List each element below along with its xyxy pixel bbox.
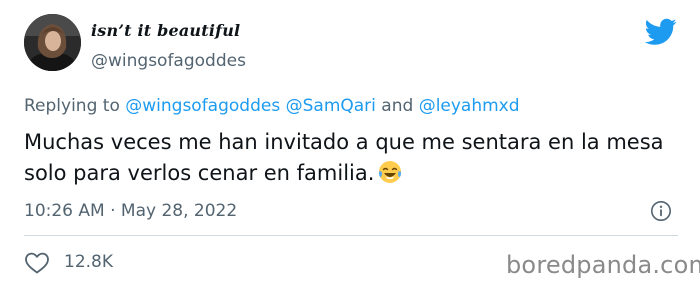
like-count: 12.8K xyxy=(64,252,113,272)
avatar[interactable] xyxy=(24,14,81,71)
tweet-date: May 28, 2022 xyxy=(120,201,238,221)
watermark: boredpanda.com xyxy=(506,251,700,279)
user-handle[interactable]: @wingsofagoddes xyxy=(91,51,246,71)
mention-link[interactable]: @SamQari xyxy=(286,96,376,116)
replying-to-conjunction: and xyxy=(375,96,419,116)
face-with-tears-of-joy-icon xyxy=(379,161,402,183)
replying-to-line: Replying to @wingsofagoddes @SamQari and… xyxy=(24,96,520,116)
tweet-time: 10:26 AM xyxy=(24,201,105,221)
tweet-text-content: Muchas veces me han invitado a que me se… xyxy=(24,130,664,185)
mention-link[interactable]: @wingsofagoddes xyxy=(125,96,280,116)
divider xyxy=(24,235,678,236)
mention-link[interactable]: @leyahmxd xyxy=(419,96,520,116)
replying-to-prefix: Replying to xyxy=(24,96,126,116)
meta-separator: · xyxy=(104,201,121,221)
heart-icon xyxy=(25,252,49,274)
twitter-bird-icon[interactable] xyxy=(645,18,677,46)
info-icon[interactable] xyxy=(650,200,672,222)
tweet-text: Muchas veces me han invitado a que me se… xyxy=(24,127,684,189)
tweet-timestamp[interactable]: 10:26 AM · May 28, 2022 xyxy=(24,201,237,221)
display-name[interactable]: isn’t it beautiful xyxy=(91,21,240,40)
tweet-card: isn’t it beautiful @wingsofagoddes Reply… xyxy=(0,0,700,288)
